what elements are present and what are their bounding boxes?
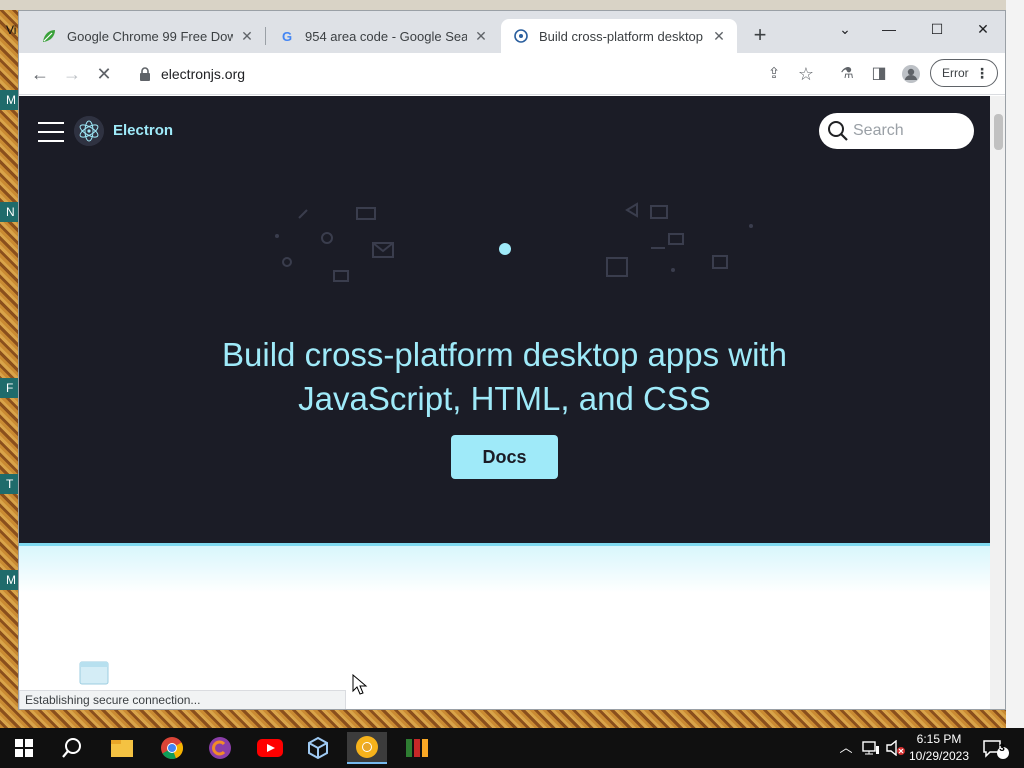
error-label: Error <box>942 66 969 80</box>
minimize-icon[interactable]: — <box>869 15 909 43</box>
brand-name[interactable]: Electron <box>113 122 173 139</box>
network-icon[interactable] <box>860 738 882 758</box>
side-panel-icon[interactable]: ◨ <box>866 61 892 87</box>
electron-favicon-icon <box>513 28 529 44</box>
hamburger-menu-icon[interactable] <box>38 122 64 142</box>
labs-flask-icon[interactable]: ⚗ <box>834 61 860 87</box>
hero-headline: Build cross-platform desktop apps with J… <box>19 333 990 421</box>
hero-section: Electron Search Build cross-platform des… <box>19 96 990 543</box>
docs-button[interactable]: Docs <box>451 435 558 479</box>
tab-title: Build cross-platform desktop ap <box>539 28 705 44</box>
youtube-icon[interactable] <box>250 732 290 764</box>
clock-time: 6:15 PM <box>916 732 962 746</box>
desktop-fragment: N <box>0 202 18 222</box>
search-icon <box>828 121 848 141</box>
notification-center-icon[interactable]: 3 <box>978 738 1014 759</box>
desktop-top-strip <box>0 0 1024 10</box>
chrome-icon[interactable] <box>152 732 192 764</box>
mouse-cursor-icon <box>352 674 368 695</box>
close-tab-icon[interactable]: ✕ <box>711 28 727 45</box>
search-input[interactable]: Search <box>819 113 974 149</box>
close-tab-icon[interactable]: ✕ <box>239 28 255 45</box>
close-window-icon[interactable]: ✕ <box>963 15 1003 43</box>
profile-avatar-icon[interactable] <box>898 61 924 87</box>
headline-line: Build cross-platform desktop apps with <box>222 336 787 373</box>
taskbar-search-icon[interactable] <box>52 732 92 764</box>
tab-google-search[interactable]: G 954 area code - Google Search ✕ <box>267 19 499 53</box>
volume-muted-icon[interactable] <box>884 738 906 758</box>
url-text: electronjs.org <box>161 66 246 82</box>
glowing-dot-icon <box>499 243 511 255</box>
stop-loading-icon[interactable]: ✕ <box>91 61 117 87</box>
tab-strip: Google Chrome 99 Free Downlo ✕ G 954 are… <box>19 11 1005 53</box>
search-placeholder: Search <box>853 122 904 139</box>
virtualbox-cube-icon[interactable] <box>298 732 338 764</box>
new-tab-button[interactable]: + <box>747 23 773 49</box>
desktop-fragment: M <box>0 90 18 110</box>
tab-search-icon[interactable]: ⌄ <box>825 15 865 43</box>
app-grid-icon[interactable] <box>397 732 437 764</box>
desktop-right-strip <box>1006 0 1024 728</box>
google-favicon-icon: G <box>281 28 293 44</box>
ccleaner-icon[interactable] <box>200 732 240 764</box>
desktop-fragment: Vi <box>6 23 17 37</box>
desktop-fragment: T <box>0 474 18 494</box>
hero-bottom-glow <box>19 543 990 593</box>
tab-title: 954 area code - Google Search <box>305 28 467 44</box>
menu-dots-icon: ⋮ <box>975 65 989 81</box>
close-tab-icon[interactable]: ✕ <box>473 28 489 45</box>
scroll-thumb[interactable] <box>994 114 1003 150</box>
address-bar[interactable]: electronjs.org <box>127 59 817 89</box>
clock-date: 10/29/2023 <box>908 749 970 763</box>
error-button[interactable]: Error ⋮ <box>930 59 998 87</box>
maximize-icon[interactable]: ☐ <box>917 15 957 43</box>
browser-window: Google Chrome 99 Free Downlo ✕ G 954 are… <box>18 10 1006 710</box>
lock-icon <box>140 67 150 81</box>
share-icon[interactable]: ⇪ <box>761 61 787 87</box>
chrome-canary-icon[interactable] <box>347 732 387 764</box>
system-clock[interactable]: 6:15 PM 10/29/2023 <box>906 731 972 765</box>
start-windows-icon[interactable] <box>4 732 44 764</box>
tab-title: Google Chrome 99 Free Downlo <box>67 28 233 44</box>
taskbar: ︿ 6:15 PM 10/29/2023 3 <box>0 728 1024 768</box>
file-explorer-icon[interactable] <box>102 732 142 764</box>
browser-toolbar: ← → ✕ electronjs.org ⇪ ☆ ⚗ ◨ Error ⋮ <box>19 53 1005 95</box>
folder-icon <box>79 661 109 685</box>
headline-line: JavaScript, HTML, and CSS <box>298 380 711 417</box>
tab-separator <box>265 27 266 45</box>
bookmark-star-icon[interactable]: ☆ <box>793 61 819 87</box>
forward-icon[interactable]: → <box>59 61 85 87</box>
page-scrollbar[interactable] <box>990 96 1005 709</box>
status-bar: Establishing secure connection... <box>19 690 346 709</box>
page-viewport: Electron Search Build cross-platform des… <box>19 96 990 709</box>
tab-chrome-download[interactable]: Google Chrome 99 Free Downlo ✕ <box>29 19 265 53</box>
desktop-fragment: F <box>0 378 18 398</box>
notification-count: 3 <box>999 743 1005 754</box>
desktop-fragment: M <box>0 570 18 590</box>
back-icon[interactable]: ← <box>27 61 53 87</box>
tab-electron[interactable]: Build cross-platform desktop ap ✕ <box>501 19 737 53</box>
tray-chevron-icon[interactable]: ︿ <box>836 738 856 758</box>
leaf-favicon-icon <box>41 28 57 44</box>
electron-logo-icon[interactable] <box>74 116 104 146</box>
